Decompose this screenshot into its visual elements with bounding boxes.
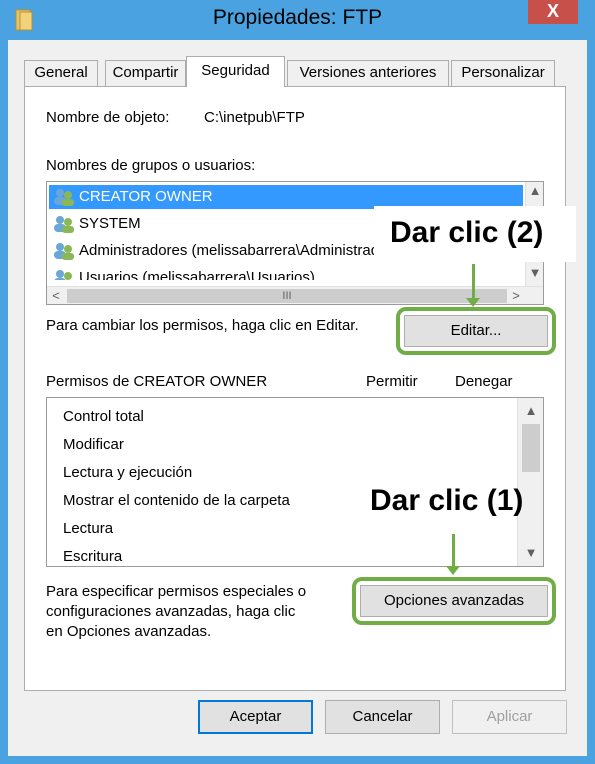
accept-button[interactable]: Aceptar <box>198 700 313 734</box>
tab-versiones-anteriores[interactable]: Versiones anteriores <box>287 60 449 86</box>
vertical-scroll-thumb[interactable] <box>522 424 540 472</box>
arrow-to-edit <box>472 264 475 300</box>
tab-compartir[interactable]: Compartir <box>105 60 186 86</box>
scroll-up-icon[interactable]: ▲ <box>522 402 540 420</box>
groups-label: Nombres de grupos o usuarios: <box>46 157 256 174</box>
title-bar[interactable]: Propiedades: FTP X <box>0 0 595 40</box>
group-row-usuarios[interactable]: Usuarios (melissabarrera\Usuarios) <box>49 266 523 280</box>
group-name: SYSTEM <box>79 215 141 232</box>
group-name: CREATOR OWNER <box>79 188 213 205</box>
callout-click-1: Dar clic (1) <box>370 484 524 517</box>
edit-button[interactable]: Editar... <box>404 315 548 347</box>
deny-column-header: Denegar <box>455 373 513 390</box>
tab-seguridad[interactable]: Seguridad <box>186 56 285 87</box>
permission-row: Mostrar el contenido de la carpeta <box>63 492 290 509</box>
scroll-left-icon[interactable]: < <box>47 287 65 304</box>
permission-row: Escritura <box>63 548 123 565</box>
user-group-icon <box>53 242 75 260</box>
tab-personalizar[interactable]: Personalizar <box>451 60 555 86</box>
tab-general[interactable]: General <box>24 60 98 86</box>
arrow-head-icon <box>466 298 480 307</box>
horizontal-scroll-thumb[interactable]: III <box>67 289 507 303</box>
dialog-client-area: General Compartir Seguridad Versiones an… <box>8 40 587 756</box>
arrow-to-advanced <box>452 534 455 568</box>
advanced-hint-line-1: Para especificar permisos especiales o <box>46 583 307 600</box>
permissions-for-label: Permisos de CREATOR OWNER <box>46 373 268 390</box>
change-permissions-hint: Para cambiar los permisos, haga clic en … <box>46 317 359 334</box>
close-button[interactable]: X <box>528 0 578 24</box>
permission-row: Lectura y ejecución <box>63 464 193 481</box>
scroll-up-icon[interactable]: ▲ <box>526 182 543 200</box>
object-name-label: Nombre de objeto: <box>46 109 170 126</box>
scroll-down-icon[interactable]: ▼ <box>526 264 543 282</box>
cancel-button[interactable]: Cancelar <box>325 700 440 734</box>
security-tab-panel: Nombre de objeto: C:\inetpub\FTP Nombres… <box>24 86 566 691</box>
group-name: Usuarios (melissabarrera\Usuarios) <box>79 269 315 280</box>
advanced-hint-line-3: en Opciones avanzadas. <box>46 623 212 640</box>
object-name-value: C:\inetpub\FTP <box>204 109 305 126</box>
allow-column-header: Permitir <box>366 373 418 390</box>
scroll-down-icon[interactable]: ▼ <box>522 544 540 562</box>
permission-row: Lectura <box>63 520 114 537</box>
apply-button[interactable]: Aplicar <box>452 700 567 734</box>
user-group-icon <box>53 215 75 233</box>
callout-click-2: Dar clic (2) <box>374 206 576 262</box>
user-group-icon <box>53 188 75 206</box>
user-group-icon <box>53 269 75 280</box>
group-name: Administradores (melissabarrera\Administ… <box>79 242 414 259</box>
properties-window: Propiedades: FTP X General Compartir Seg… <box>0 0 595 764</box>
permission-row: Control total <box>63 408 144 425</box>
permission-row: Modificar <box>63 436 124 453</box>
scroll-right-icon[interactable]: > <box>507 287 525 304</box>
window-title: Propiedades: FTP <box>212 6 383 29</box>
advanced-hint-line-2: configuraciones avanzadas, haga clic <box>46 603 296 620</box>
arrow-head-icon <box>446 566 460 575</box>
advanced-options-button[interactable]: Opciones avanzadas <box>360 585 548 617</box>
